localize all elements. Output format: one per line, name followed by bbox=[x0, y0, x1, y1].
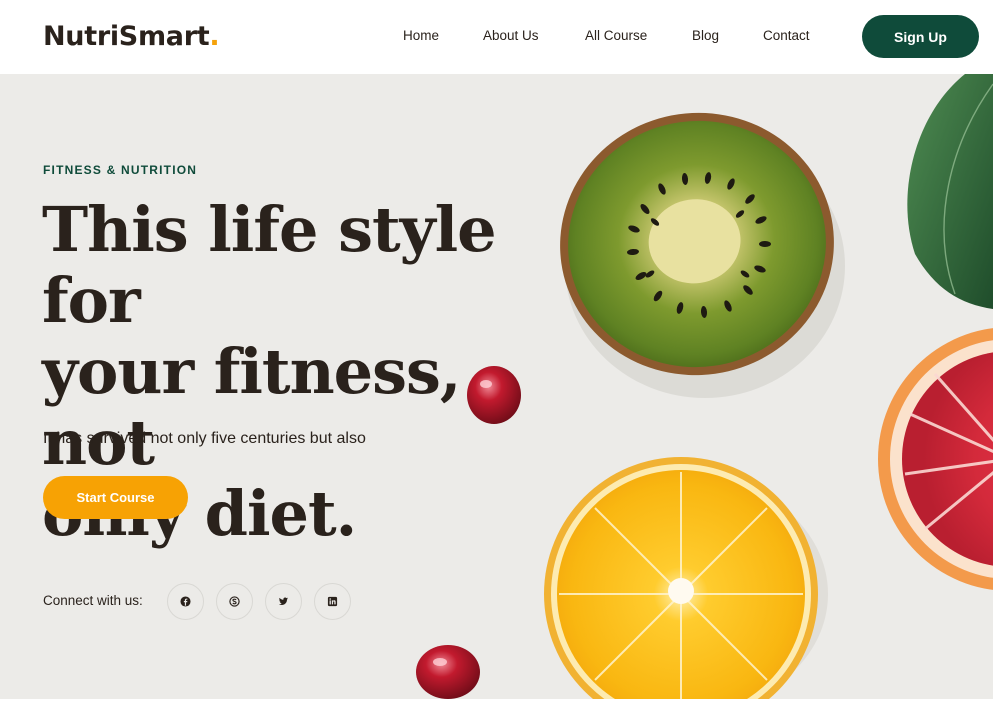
hero-section: FITNESS & NUTRITION This life style for … bbox=[0, 74, 993, 699]
skype-link[interactable] bbox=[216, 583, 253, 620]
nav-all-course[interactable]: All Course bbox=[585, 26, 647, 46]
headline-line-1: This life style for bbox=[42, 193, 497, 337]
connect-label: Connect with us: bbox=[43, 593, 143, 608]
hero-eyebrow: FITNESS & NUTRITION bbox=[43, 163, 198, 177]
nav-blog[interactable]: Blog bbox=[692, 26, 719, 46]
twitter-link[interactable] bbox=[265, 583, 302, 620]
facebook-link[interactable] bbox=[167, 583, 204, 620]
headline-line-2: your fitness, not bbox=[42, 335, 462, 479]
nav-home[interactable]: Home bbox=[403, 26, 439, 46]
page-bottom bbox=[0, 699, 993, 706]
nav-contact[interactable]: Contact bbox=[763, 26, 810, 46]
facebook-icon bbox=[180, 596, 191, 607]
linkedin-icon bbox=[327, 596, 338, 607]
nav-about-us[interactable]: About Us bbox=[483, 26, 539, 46]
site-header: NutriSmart. Home About Us All Course Blo… bbox=[0, 0, 993, 74]
start-course-button[interactable]: Start Course bbox=[43, 476, 188, 519]
main-nav: Home About Us All Course Blog Contact bbox=[0, 26, 993, 46]
skype-icon bbox=[229, 596, 240, 607]
sign-up-button[interactable]: Sign Up bbox=[862, 15, 979, 58]
hero-subtext: It has survived not only five centuries … bbox=[43, 430, 366, 447]
linkedin-link[interactable] bbox=[314, 583, 351, 620]
twitter-icon bbox=[278, 597, 289, 605]
